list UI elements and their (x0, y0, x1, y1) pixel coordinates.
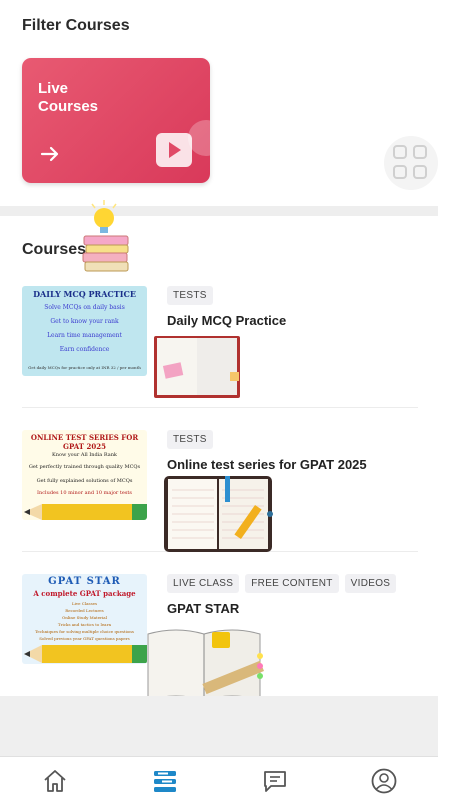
courses-title: Courses (22, 241, 87, 258)
profile-icon (371, 768, 397, 794)
nav-home[interactable] (41, 767, 71, 797)
pencil-icon (24, 504, 147, 520)
section-divider (0, 206, 438, 216)
filter-courses-title: Filter Courses (22, 17, 130, 34)
course-thumbnail: ONLINE TEST SERIES FOR GPAT 2025 Know yo… (22, 430, 147, 520)
course-item-gpat-test-series[interactable]: ONLINE TEST SERIES FOR GPAT 2025 Know yo… (22, 430, 418, 552)
notebook-icon (164, 476, 273, 552)
course-title: Online test series for GPAT 2025 (167, 457, 367, 472)
book-ruler-icon (147, 629, 264, 701)
footer-spacer (0, 696, 438, 756)
course-title: Daily MCQ Practice (167, 313, 287, 328)
arrow-right-icon (40, 146, 59, 162)
live-courses-label: Live Courses (38, 80, 99, 115)
chat-icon (264, 771, 286, 792)
grid-view-button[interactable] (384, 136, 438, 190)
play-icon (156, 133, 192, 167)
course-tag: FREE CONTENT (245, 574, 339, 593)
courses-icon (154, 771, 176, 792)
books-bulb-icon (82, 200, 129, 272)
course-item-daily-mcq[interactable]: DAILY MCQ PRACTICE Solve MCQs on daily b… (22, 286, 418, 408)
course-tag: TESTS (167, 430, 213, 449)
course-tag: VIDEOS (344, 574, 397, 593)
open-book-icon (154, 336, 240, 398)
bottom-navigation (0, 756, 438, 800)
live-courses-card[interactable]: Live Courses (22, 58, 210, 183)
home-icon (44, 770, 66, 792)
pencil-icon (24, 645, 147, 663)
course-thumbnail: DAILY MCQ PRACTICE Solve MCQs on daily b… (22, 286, 147, 376)
nav-chat[interactable] (261, 767, 291, 797)
course-tag: LIVE CLASS (167, 574, 240, 593)
nav-profile[interactable] (370, 767, 400, 797)
course-thumbnail: GPAT STAR A complete GPAT package Live C… (22, 574, 147, 664)
course-tag: TESTS (167, 286, 213, 305)
grid-icon (393, 145, 407, 159)
nav-courses[interactable] (151, 767, 181, 797)
course-title: GPAT STAR (167, 601, 240, 616)
course-item-gpat-star[interactable]: GPAT STAR A complete GPAT package Live C… (22, 574, 418, 701)
